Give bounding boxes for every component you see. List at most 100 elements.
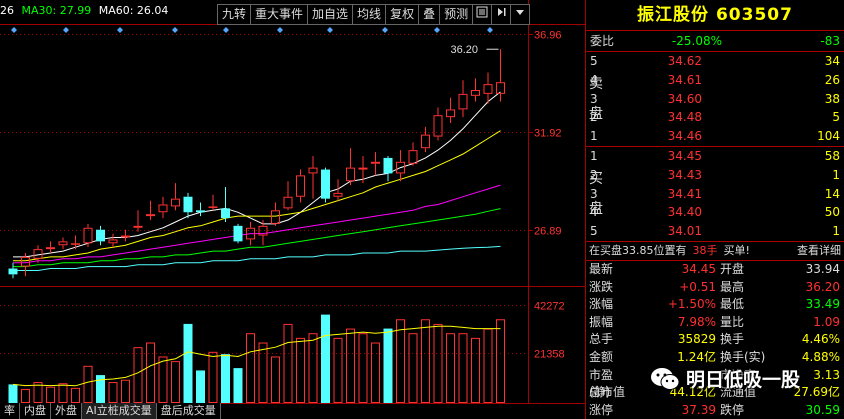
order-ratio-label: 委比 (590, 34, 615, 48)
volume-bar (458, 333, 468, 403)
sell-label-top: 卖 (589, 76, 603, 92)
volume: 1 (832, 224, 840, 239)
stat-label: 总市值 (589, 385, 626, 400)
candle-body (183, 196, 193, 213)
volume-bar (408, 333, 418, 403)
price-axis-label: 36.96 (534, 30, 562, 42)
candle-body (371, 161, 380, 164)
event-marker-icon (223, 27, 229, 33)
tab-ai-volume[interactable]: AI立桩成交量 (82, 403, 157, 419)
tab-outer-volume[interactable]: 外盘 (51, 403, 82, 419)
buy-row[interactable]: 4 34.40 50 (586, 203, 844, 222)
volume-bar (158, 356, 168, 404)
candle-body (496, 82, 505, 94)
stat-row: 涨幅 +1.50% 最低 33.49 (586, 296, 844, 314)
stat-row: 振幅 7.98% 量比 1.09 (586, 314, 844, 332)
buy-row[interactable]: 2 34.43 1 (586, 166, 844, 185)
candle-body (158, 204, 168, 213)
toolbar-btn-overlay[interactable]: 叠 (418, 4, 440, 25)
candle-body (308, 167, 318, 174)
stat-value: 7.98% (677, 314, 716, 329)
price-axis-label: 31.92 (534, 128, 562, 140)
volume-bar (221, 354, 230, 403)
volume: 14 (824, 186, 840, 201)
chart-toolbar: 九转 重大事件 加自选 均线 复权 叠 预测 (217, 4, 531, 25)
volume-bar (271, 356, 280, 404)
event-marker-icon (117, 27, 123, 33)
stat-label: 开盘 (720, 261, 745, 276)
sell-row[interactable]: 3 34.60 38 (586, 90, 844, 109)
toolbar-btn-adjust[interactable]: 复权 (385, 4, 419, 25)
order-alert-action: 买单! (723, 243, 750, 257)
candle-body (296, 175, 305, 197)
sell-row[interactable]: 1 34.46 104 (586, 127, 844, 146)
volume-axis-label: 42272 (534, 301, 565, 313)
toolbar-btn-major-events[interactable]: 重大事件 (250, 4, 308, 25)
stat-label: 最高 (720, 279, 745, 294)
candle-body (46, 247, 55, 250)
candle-body (71, 243, 80, 245)
settings-icon[interactable] (472, 4, 492, 25)
stat-label: 涨停 (589, 402, 614, 417)
stat-value: 37.39 (681, 402, 716, 417)
buy-row[interactable]: 5 34.01 1 (586, 222, 844, 241)
volume-bar (233, 368, 243, 403)
stat-row: 涨停 37.39 跌停 30.59 (586, 402, 844, 419)
buy-row[interactable]: 1 34.45 58 (586, 147, 844, 166)
level: 1 (590, 129, 598, 144)
toolbar-btn-forecast[interactable]: 预测 (439, 4, 473, 25)
volume: 26 (824, 72, 840, 87)
kline-chart-area[interactable]: 36.96 31.92 26.89 42272 21358 36.20 26 MA30: … (0, 0, 585, 419)
stat-label: 最低 (720, 297, 745, 312)
volume-bar (21, 389, 30, 404)
price: 34.01 (667, 224, 702, 239)
ma-line-ma5 (13, 91, 501, 258)
volume-bar (396, 319, 405, 403)
volume-bar (171, 361, 180, 403)
play-icon[interactable] (491, 4, 511, 25)
order-alert-text: 在买盘33.85位置有 (589, 243, 687, 257)
tab-ratio[interactable]: 率 (0, 403, 20, 419)
volume-bar (321, 314, 330, 403)
price: 34.48 (667, 110, 702, 125)
stat-label: 量比 (720, 314, 745, 329)
tab-inner-volume[interactable]: 内盘 (20, 403, 51, 419)
buy-book: 买 盘 1 34.45 58 2 34.43 1 3 34.41 14 4 34.40 50 5… (586, 147, 844, 242)
kline-chart-canvas[interactable]: 36.96 31.92 26.89 42272 21358 36.20 (0, 0, 585, 419)
volume-bar (446, 333, 455, 403)
ma-legend-item: 26 (0, 4, 14, 17)
volume-bar (8, 384, 18, 403)
stat-label: 总手 (589, 332, 614, 347)
sell-row[interactable]: 4 34.61 26 (586, 71, 844, 90)
candle-body (283, 196, 293, 209)
candle-body (383, 157, 393, 174)
candle-body (321, 169, 330, 199)
sell-row[interactable]: 2 34.48 5 (586, 108, 844, 127)
price: 34.61 (667, 72, 702, 87)
view-detail-link[interactable]: 查看详细 (797, 242, 841, 260)
price: 34.40 (667, 205, 702, 220)
stat-label: 换手 (720, 332, 745, 347)
tab-after-hours-volume[interactable]: 盘后成交量 (156, 403, 221, 419)
stat-value: 33.49 (805, 297, 840, 312)
toolbar-btn-moving-average[interactable]: 均线 (352, 4, 386, 25)
volume: 5 (832, 110, 840, 125)
candle-body (196, 210, 205, 213)
event-marker-icon (434, 27, 440, 33)
stat-label: 涨幅 (589, 297, 614, 312)
price-axis-label: 26.89 (534, 226, 562, 238)
stat-label: 振幅 (589, 314, 614, 329)
candle-body (133, 225, 143, 228)
buy-row[interactable]: 3 34.41 14 (586, 185, 844, 204)
toolbar-btn-add-watchlist[interactable]: 加自选 (307, 4, 353, 25)
sell-row[interactable]: 5 34.62 34 (586, 52, 844, 71)
candle-body (458, 93, 468, 110)
toolbar-btn-jiuzhuan[interactable]: 九转 (217, 4, 251, 25)
volume-bar (196, 370, 205, 403)
candle-body (358, 167, 368, 170)
dropdown-arrow-icon[interactable] (510, 4, 531, 25)
level: 1 (590, 148, 598, 163)
volume-bar (121, 379, 130, 404)
volume-bar (246, 333, 255, 403)
candle-body (421, 134, 430, 149)
